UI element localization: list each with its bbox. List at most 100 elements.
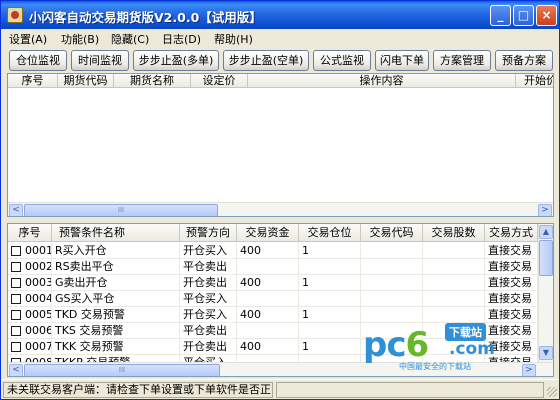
trailing-profit-short-button[interactable]: 步步止盈(空单): [223, 50, 309, 71]
row-id: 0007: [25, 340, 52, 353]
cell-shares: [423, 243, 485, 259]
resize-grip-icon[interactable]: [547, 387, 557, 397]
status-bar: 未关联交易客户端：请检查下单设置或下单软件是否正常打开: [1, 379, 559, 399]
row-checkbox[interactable]: [11, 246, 21, 256]
cell-trade-code: [361, 259, 423, 275]
scroll-thumb[interactable]: III: [24, 204, 218, 216]
cell-position: 1: [299, 275, 361, 291]
main-window: 小闪客自动交易期货版V2.0.0【试用版】 _ □ × 设置(A) 功能(B) …: [0, 0, 560, 400]
scroll-thumb[interactable]: III: [24, 364, 220, 376]
col-start-price[interactable]: 开始价: [516, 74, 553, 88]
watermark-logo: pc6: [363, 325, 429, 365]
cell-alert-direction: 开仓卖出: [180, 275, 237, 291]
toolbar: 仓位监视 时间监视 步步止盈(多单) 步步止盈(空单) 公式监视 闪电下单 方案…: [1, 48, 559, 72]
cell-trade-mode: 直接交易: [485, 243, 538, 259]
col-index[interactable]: 序号: [8, 74, 58, 88]
col-alert-name[interactable]: 预警条件名称: [52, 224, 180, 242]
monitor-table-header: 序号 期货代码 期货名称 设定价 操作内容 开始价: [8, 74, 553, 88]
title-bar[interactable]: 小闪客自动交易期货版V2.0.0【试用版】 _ □ ×: [1, 1, 559, 29]
table-row[interactable]: 0002 RS卖出平仓 平仓卖出 直接交易: [8, 259, 538, 275]
cell-alert-direction: 平仓买入: [180, 291, 237, 307]
col-trade-code[interactable]: 交易代码: [361, 224, 423, 242]
row-checkbox[interactable]: [11, 342, 21, 352]
row-checkbox[interactable]: [11, 278, 21, 288]
cell-capital: 400: [237, 275, 299, 291]
scroll-down-arrow[interactable]: ▼: [539, 346, 553, 360]
cell-trade-mode: 直接交易: [485, 275, 538, 291]
flash-order-button[interactable]: 闪电下单: [375, 50, 429, 71]
col-index[interactable]: 序号: [8, 224, 52, 242]
cell-alert-name: TKS 交易预警: [52, 323, 180, 339]
col-futures-name[interactable]: 期货名称: [114, 74, 191, 88]
col-shares[interactable]: 交易股数: [423, 224, 485, 242]
cell-trade-mode: 直接交易: [485, 291, 538, 307]
scroll-right-arrow[interactable]: >: [538, 204, 552, 216]
cell-index: 0002: [8, 259, 52, 275]
table-row[interactable]: 0003 G卖出开仓 开仓卖出 400 1 直接交易: [8, 275, 538, 291]
col-futures-code[interactable]: 期货代码: [58, 74, 114, 88]
cell-alert-name: TKD 交易预警: [52, 307, 180, 323]
scroll-left-arrow[interactable]: <: [9, 204, 23, 216]
position-monitor-button[interactable]: 仓位监视: [9, 50, 67, 71]
cell-alert-direction: 平仓卖出: [180, 323, 237, 339]
row-id: 0005: [25, 308, 52, 321]
row-checkbox[interactable]: [11, 294, 21, 304]
backup-plan-button[interactable]: 预备方案: [495, 50, 553, 71]
pane-splitter[interactable]: [7, 218, 554, 222]
row-checkbox[interactable]: [11, 326, 21, 336]
col-operation[interactable]: 操作内容: [248, 74, 516, 88]
menu-functions[interactable]: 功能(B): [61, 31, 99, 47]
plan-manage-button[interactable]: 方案管理: [433, 50, 491, 71]
cell-capital: 400: [237, 307, 299, 323]
cell-alert-name: TKK 交易预警: [52, 339, 180, 355]
watermark-slogan: 中国最安全的下载站: [399, 362, 471, 371]
cell-index: 0001: [8, 243, 52, 259]
col-capital[interactable]: 交易资金: [237, 224, 299, 242]
alert-table-header: 序号 预警条件名称 预警方向 交易资金 交易仓位 交易代码 交易股数 交易方式: [8, 224, 538, 242]
cell-capital: [237, 291, 299, 307]
vscroll-thumb[interactable]: [539, 240, 553, 276]
time-monitor-button[interactable]: 时间监视: [71, 50, 129, 71]
row-id: 0002: [25, 260, 52, 273]
menu-settings[interactable]: 设置(A): [9, 31, 47, 47]
row-checkbox[interactable]: [11, 310, 21, 320]
trailing-profit-long-button[interactable]: 步步止盈(多单): [133, 50, 219, 71]
monitor-table-hscroll[interactable]: < III >: [8, 202, 553, 216]
table-row[interactable]: 0001 R买入开仓 开仓买入 400 1 直接交易: [8, 243, 538, 259]
row-checkbox[interactable]: [11, 262, 21, 272]
cell-capital: [237, 259, 299, 275]
cell-alert-direction: 开仓卖出: [180, 339, 237, 355]
cell-trade-code: [361, 275, 423, 291]
menu-help[interactable]: 帮助(H): [214, 31, 253, 47]
col-set-price[interactable]: 设定价: [191, 74, 248, 88]
cell-trade-mode: 直接交易: [485, 259, 538, 275]
cell-alert-name: GS买入平仓: [52, 291, 180, 307]
cell-alert-direction: 开仓买入: [180, 307, 237, 323]
col-position[interactable]: 交易仓位: [299, 224, 361, 242]
close-button[interactable]: ×: [536, 5, 557, 26]
cell-shares: [423, 259, 485, 275]
maximize-button[interactable]: □: [513, 5, 534, 26]
menu-log[interactable]: 日志(D): [162, 31, 201, 47]
cell-index: 0007: [8, 339, 52, 355]
col-trade-mode[interactable]: 交易方式: [485, 224, 538, 242]
monitor-table[interactable]: 序号 期货代码 期货名称 设定价 操作内容 开始价 < III >: [7, 73, 554, 217]
cell-alert-direction: 平仓卖出: [180, 259, 237, 275]
cell-alert-name: G卖出开仓: [52, 275, 180, 291]
watermark-domain: .com: [449, 339, 495, 359]
scroll-up-arrow[interactable]: ▲: [539, 225, 553, 239]
minimize-button[interactable]: _: [490, 5, 511, 26]
alert-table-vscroll[interactable]: ▲ ▼: [538, 224, 553, 362]
menu-bar: 设置(A) 功能(B) 隐藏(C) 日志(D) 帮助(H): [1, 29, 559, 47]
cell-shares: [423, 291, 485, 307]
table-row[interactable]: 0004 GS买入平仓 平仓买入 直接交易: [8, 291, 538, 307]
scroll-left-arrow[interactable]: <: [9, 364, 23, 376]
cell-index: 0003: [8, 275, 52, 291]
formula-monitor-button[interactable]: 公式监视: [313, 50, 371, 71]
menu-hide[interactable]: 隐藏(C): [111, 31, 149, 47]
row-id: 0006: [25, 324, 52, 337]
site-watermark: pc6 下载站 .com 中国最安全的下载站: [363, 319, 531, 375]
window-title: 小闪客自动交易期货版V2.0.0【试用版】: [29, 10, 262, 25]
col-alert-direction[interactable]: 预警方向: [180, 224, 237, 242]
cell-index: 0005: [8, 307, 52, 323]
